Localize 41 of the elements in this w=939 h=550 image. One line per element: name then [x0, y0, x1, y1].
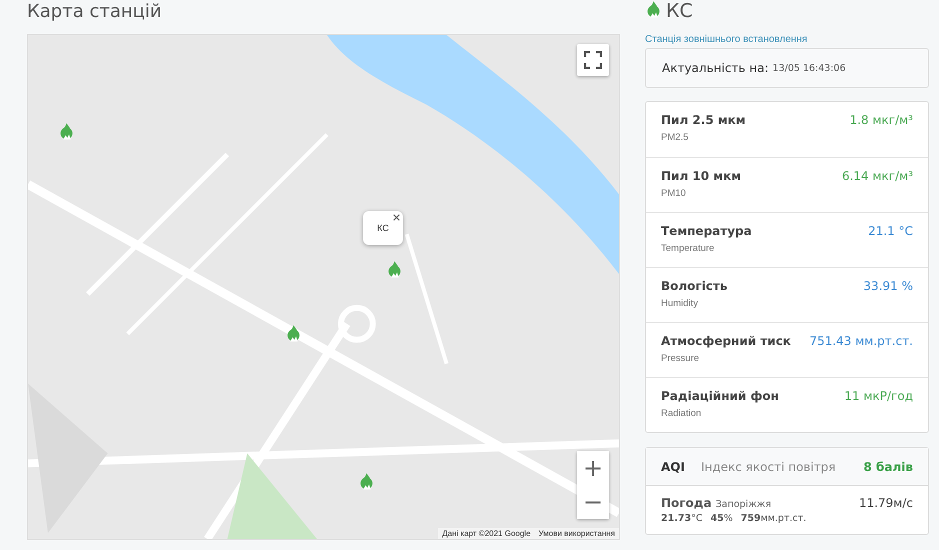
map-attribution: Дані карт ©2021 Google — [442, 529, 531, 538]
aqi-value: 8 балів — [864, 460, 913, 474]
measurement-label: Пил 2.5 мкм — [661, 113, 746, 127]
popup-label: КС — [377, 223, 389, 233]
measurement-code: PM10 — [661, 188, 687, 199]
measurement-label: Атмосферний тиск — [661, 334, 791, 348]
aqi-label: AQI — [661, 460, 685, 474]
measurement-value: 33.91 % — [863, 279, 913, 293]
weather-humidity: 45% — [710, 513, 733, 524]
section-title: Карта станцій — [27, 0, 163, 24]
measurement-value: 21.1 °C — [868, 224, 913, 238]
weather-pressure: 759мм.рт.ст. — [740, 513, 806, 524]
measurement-value: 1.8 мкг/м³ — [850, 113, 913, 127]
weather-city: Запоріжжя — [716, 499, 772, 510]
station-name: КС — [666, 0, 693, 22]
close-icon[interactable] — [393, 214, 400, 221]
measurement-code: Temperature — [661, 243, 716, 254]
aqi-description: Індекс якості повітря — [700, 460, 837, 474]
measurement-label: Температура — [661, 224, 752, 238]
weather-label: Погода — [661, 496, 712, 510]
zoom-out-button[interactable]: − — [577, 485, 609, 519]
measurement-code: PM2.5 — [661, 132, 690, 143]
measurement-label: Вологість — [661, 279, 728, 293]
measurement-code: Humidity — [661, 298, 699, 309]
update-time: 13/05 16:43:06 — [772, 62, 846, 74]
fullscreen-button[interactable] — [577, 44, 609, 76]
terms-link[interactable]: Умови використання — [538, 529, 615, 538]
measurement-label: Радіаційний фон — [661, 389, 779, 403]
zoom-in-button[interactable]: + — [577, 451, 609, 485]
measurement-value: 751.43 мм.рт.ст. — [809, 334, 913, 348]
weather-temperature: 21.73°C — [661, 513, 702, 524]
update-label: Актуальність на: — [662, 61, 769, 75]
measurement-code: Radiation — [661, 408, 702, 419]
fullscreen-icon — [584, 51, 602, 69]
measurement-value: 6.14 мкг/м³ — [842, 169, 913, 183]
measurement-code: Pressure — [661, 353, 700, 364]
weather-wind: 11.79м/с — [858, 496, 913, 512]
measurement-label: Пил 10 мкм — [661, 169, 742, 183]
station-type: Станція зовнішнього встановлення — [645, 34, 808, 45]
map[interactable]: КС + − Дані карт ©2021 Google Умови використання — [27, 34, 620, 540]
measurement-value: 11 мкР/год — [844, 389, 913, 403]
